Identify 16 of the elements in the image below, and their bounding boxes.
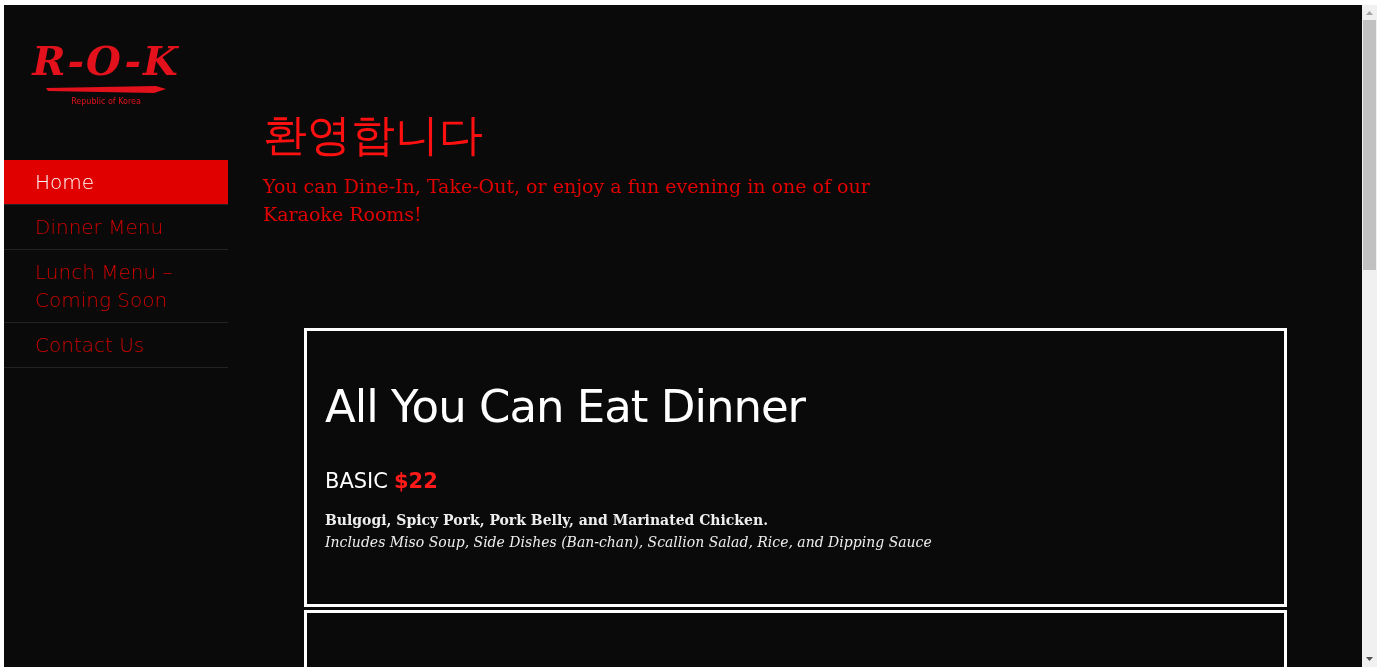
- logo-tagline: Republic of Korea: [71, 97, 141, 106]
- nav-link[interactable]: Dinner Menu: [4, 205, 228, 250]
- card-title: All You Can Eat Dinner: [325, 379, 807, 435]
- nav-link[interactable]: Lunch Menu – Coming Soon: [4, 250, 228, 323]
- menu-items: Bulgogi, Spicy Pork, Pork Belly, and Marinated Chicken.: [325, 511, 770, 530]
- logo[interactable]: R-O-K: [32, 39, 180, 83]
- scrollbar-thumb[interactable]: [1363, 20, 1376, 270]
- scrollbar[interactable]: [1362, 5, 1377, 667]
- tier-label: BASIC: [325, 469, 388, 493]
- welcome-text: You can Dine-In, Take-Out, or enjoy a fun evening in one of our Karaoke Rooms!: [263, 174, 871, 227]
- nav-link[interactable]: Contact Us: [4, 323, 228, 368]
- price: $22: [393, 469, 438, 493]
- nav-link[interactable]: Home: [4, 160, 228, 205]
- welcome-heading: 환영합니다: [263, 108, 484, 162]
- brush-stroke-icon: [46, 83, 166, 95]
- includes-text: Includes Miso Soup, Side Dishes (Ban-chan), Scallion Salad, Rice, and Dipping Sauce: [325, 533, 933, 552]
